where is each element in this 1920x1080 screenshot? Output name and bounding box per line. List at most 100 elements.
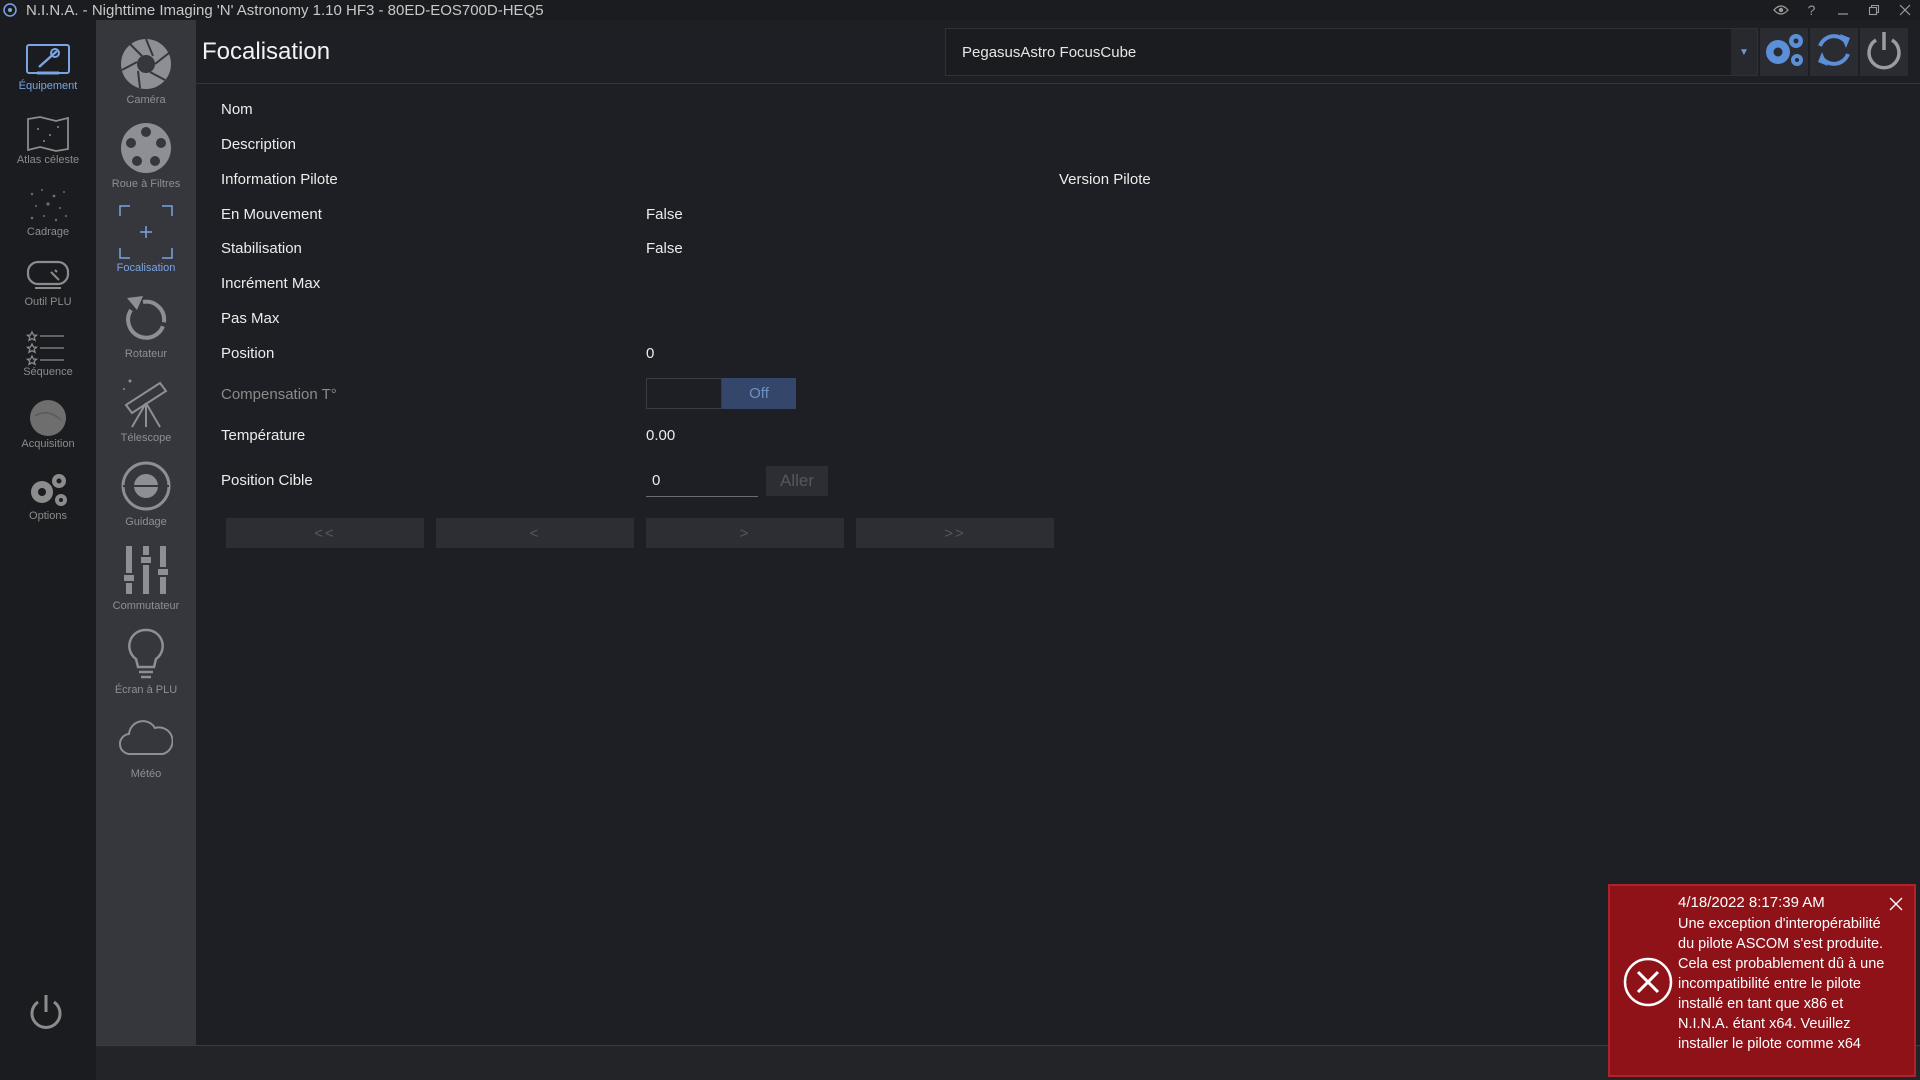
power-icon xyxy=(1865,30,1903,75)
subnav-item-flat-panel[interactable]: Écran à PLU xyxy=(96,624,196,704)
switch-icon xyxy=(122,540,170,600)
description-label: Description xyxy=(221,136,297,153)
settings-button[interactable] xyxy=(1760,28,1808,76)
nav-item-imaging[interactable]: Acquisition xyxy=(0,398,96,466)
target-position-label: Position Cible xyxy=(221,472,313,489)
refresh-icon xyxy=(1814,30,1854,75)
refresh-button[interactable] xyxy=(1810,28,1858,76)
subnav-item-switch[interactable]: Commutateur xyxy=(96,540,196,620)
driver-info-label: Information Pilote xyxy=(221,171,338,188)
equipment-icon xyxy=(25,40,71,80)
page-title: Focalisation xyxy=(202,38,331,65)
position-label: Position xyxy=(221,345,275,362)
close-icon[interactable] xyxy=(1886,894,1906,914)
close-icon[interactable] xyxy=(1889,0,1920,20)
nav-label: Acquisition xyxy=(21,438,75,450)
connect-button[interactable] xyxy=(1860,28,1908,76)
driver-version-label: Version Pilote xyxy=(1059,171,1151,188)
settling-label: Stabilisation xyxy=(221,240,302,257)
temp-compensation-toggle[interactable]: Off xyxy=(646,378,796,409)
error-notification: 4/18/2022 8:17:39 AM Une exception d'int… xyxy=(1608,884,1916,1077)
subnav-item-rotator[interactable]: Rotateur xyxy=(96,288,196,368)
title-bar: N.I.N.A. - Nighttime Imaging 'N' Astrono… xyxy=(0,0,1920,20)
subnav-label: Roue à Filtres xyxy=(111,178,181,190)
subnav-label: Rotateur xyxy=(124,348,168,360)
options-icon xyxy=(26,470,70,510)
nav-label: Options xyxy=(29,510,67,522)
temp-compensation-label: Compensation T° xyxy=(221,386,337,403)
nav-item-flat-wizard[interactable]: Outil PLU xyxy=(0,256,96,324)
subnav-label: Météo xyxy=(130,768,162,780)
subnav-item-telescope[interactable]: Télescope xyxy=(96,372,196,452)
framing-icon xyxy=(26,186,70,226)
minimize-icon[interactable] xyxy=(1827,0,1858,20)
eye-icon[interactable] xyxy=(1765,0,1796,20)
nav-item-framing[interactable]: Cadrage xyxy=(0,186,96,254)
flat-panel-icon xyxy=(126,624,166,684)
telescope-icon xyxy=(120,372,172,432)
subnav-item-guider[interactable]: Guidage xyxy=(96,456,196,536)
subnav-item-camera[interactable]: Caméra xyxy=(96,34,196,114)
nav-item-equipment[interactable]: Équipement xyxy=(0,40,96,108)
toggle-state-label: Off xyxy=(722,378,796,409)
subnav-label: Guidage xyxy=(125,516,167,528)
max-step-label: Pas Max xyxy=(221,310,280,327)
move-fast-out-button[interactable]: >> xyxy=(856,518,1054,548)
nav-label: Séquence xyxy=(23,366,73,378)
subnav-label: Caméra xyxy=(126,94,166,106)
power-icon[interactable] xyxy=(24,990,68,1034)
move-out-button[interactable]: > xyxy=(646,518,844,548)
nav-label: Cadrage xyxy=(26,226,70,238)
filter-wheel-icon xyxy=(120,118,172,178)
sequence-icon xyxy=(26,326,70,366)
moving-label: En Mouvement xyxy=(221,206,322,223)
equipment-sub-navigation: Caméra Roue à Filtres Focalisation Rotat… xyxy=(96,20,196,1045)
nav-item-sequence[interactable]: Séquence xyxy=(0,326,96,394)
camera-icon xyxy=(120,34,172,94)
nav-label: Outil PLU xyxy=(24,296,72,308)
guider-icon xyxy=(120,456,172,516)
max-increment-label: Incrément Max xyxy=(221,275,321,292)
subnav-label: Télescope xyxy=(120,432,172,444)
notification-message: Une exception d'interopérabilité du pilo… xyxy=(1678,916,1885,1052)
toggle-track xyxy=(646,378,722,409)
nav-item-options[interactable]: Options xyxy=(0,470,96,538)
settling-value: False xyxy=(646,240,683,257)
subnav-item-filter-wheel[interactable]: Roue à Filtres xyxy=(96,118,196,198)
subnav-label: Écran à PLU xyxy=(114,684,178,696)
target-position-input[interactable] xyxy=(646,465,758,497)
nav-label: Atlas céleste xyxy=(16,154,80,166)
subnav-item-focuser[interactable]: Focalisation xyxy=(96,202,196,282)
device-dropdown[interactable]: PegasusAstro FocusCube ▼ xyxy=(945,28,1758,76)
settings-icon xyxy=(1763,31,1805,74)
temperature-label: Température xyxy=(221,427,306,444)
rotator-icon xyxy=(121,288,171,348)
focuser-icon xyxy=(118,202,174,262)
position-value: 0 xyxy=(646,345,655,362)
nina-logo-icon xyxy=(0,0,20,20)
name-label: Nom xyxy=(221,101,253,118)
nav-label: Équipement xyxy=(18,80,78,92)
device-selected-value: PegasusAstro FocusCube xyxy=(962,43,1137,61)
subnav-label: Focalisation xyxy=(116,262,176,274)
restore-icon[interactable] xyxy=(1858,0,1889,20)
nav-item-sky-atlas[interactable]: Atlas céleste xyxy=(0,114,96,182)
subnav-label: Commutateur xyxy=(112,600,180,612)
window-title: N.I.N.A. - Nighttime Imaging 'N' Astrono… xyxy=(26,1,544,19)
error-circle-icon xyxy=(1622,956,1674,1008)
help-icon[interactable]: ? xyxy=(1796,0,1827,20)
move-fast-in-button[interactable]: << xyxy=(226,518,424,548)
main-navigation: Équipement Atlas céleste Cadrage Outil P… xyxy=(0,20,96,1080)
goto-button[interactable]: Aller xyxy=(766,466,828,496)
move-in-button[interactable]: < xyxy=(436,518,634,548)
flat-wizard-icon xyxy=(25,256,71,296)
subnav-item-weather[interactable]: Météo xyxy=(96,708,196,788)
notification-timestamp: 4/18/2022 8:17:39 AM xyxy=(1678,894,1825,911)
temperature-value: 0.00 xyxy=(646,427,676,444)
sky-atlas-icon xyxy=(26,114,70,154)
imaging-icon xyxy=(27,398,69,438)
weather-icon xyxy=(119,708,173,768)
moving-value: False xyxy=(646,206,683,223)
chevron-down-icon[interactable]: ▼ xyxy=(1731,29,1757,75)
page-header: Focalisation PegasusAstro FocusCube ▼ xyxy=(196,20,1920,84)
